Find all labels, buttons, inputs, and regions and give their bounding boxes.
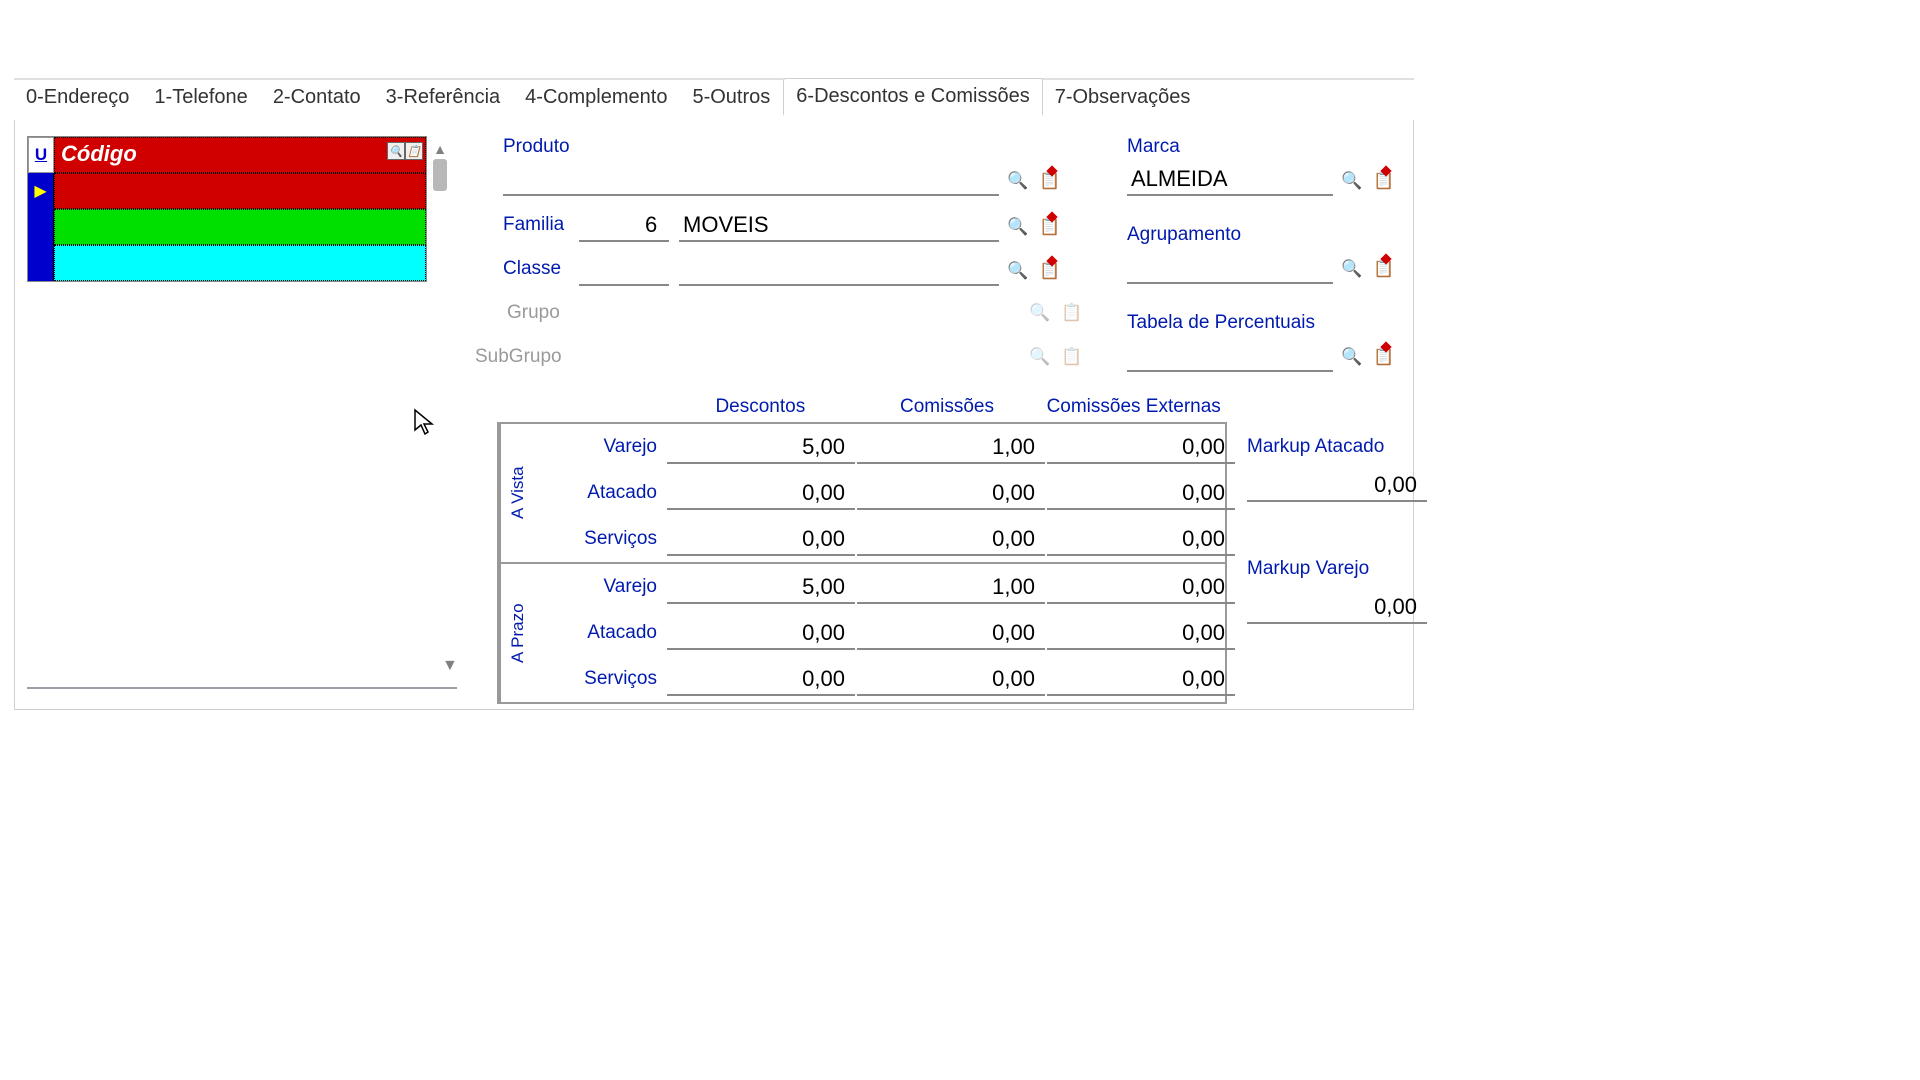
markup-varejo-field[interactable]: 0,00 [1247,590,1427,624]
search-icon[interactable]: 🔍 [1005,214,1031,240]
avista-atacado-comissao[interactable]: 0,00 [857,476,1045,510]
avista-servicos-comissao[interactable]: 0,00 [857,522,1045,556]
grid-row[interactable] [28,245,426,281]
tab-complemento[interactable]: 4-Complemento [513,80,680,115]
tabela-percentuais-label: Tabela de Percentuais [1127,312,1315,334]
subgrupo-label: SubGrupo [475,346,562,368]
aprazo-atacado-desconto[interactable]: 0,00 [667,616,855,650]
search-icon[interactable]: 🔍 [1005,168,1031,194]
aprazo-servicos-desconto[interactable]: 0,00 [667,662,855,696]
agrupamento-value [1127,280,1135,282]
markup-atacado-field[interactable]: 0,00 [1247,468,1427,502]
group-aprazo: A Prazo [499,564,535,702]
avista-servicos-desconto[interactable]: 0,00 [667,522,855,556]
marca-field[interactable]: ALMEIDA [1127,166,1333,196]
clipboard-icon[interactable]: 📋 [1037,258,1063,284]
tabela-percentuais-value [1127,368,1135,370]
markup-atacado-label: Markup Atacado [1247,436,1447,458]
scroll-thumb[interactable] [433,159,447,191]
grid-row[interactable]: ▶ [28,173,426,209]
search-icon[interactable]: 🔍 [387,142,405,160]
divider [27,687,457,689]
discounts-commissions-table: Descontos Comissões Comissões Externas A… [497,396,1227,704]
search-icon: 🔍 [1027,344,1053,370]
familia-field[interactable]: MOVEIS [679,212,999,242]
clipboard-icon[interactable]: 📋 [1037,214,1063,240]
col-comissoes: Comissões [854,396,1041,418]
avista-varejo-desconto[interactable]: 5,00 [667,430,855,464]
row-indicator-icon: ▶ [34,181,46,201]
scroll-up-icon[interactable]: ▲ [433,141,447,157]
aprazo-varejo-comissao-ext[interactable]: 0,00 [1047,570,1235,604]
search-icon[interactable]: 🔍 [1005,258,1031,284]
tab-bar: 0-Endereço 1-Telefone 2-Contato 3-Referê… [14,80,1414,120]
clipboard-icon[interactable]: 📋 [1371,168,1397,194]
familia-label: Familia [503,214,564,236]
clipboard-icon: 📋 [1059,344,1085,370]
classe-code-field[interactable] [579,256,669,286]
produto-value [503,192,511,194]
tab-referencia[interactable]: 3-Referência [374,80,514,115]
aprazo-atacado-comissao[interactable]: 0,00 [857,616,1045,650]
produto-field[interactable] [503,166,999,196]
col-descontos: Descontos [667,396,854,418]
grid-col-codigo[interactable]: Código 🔍 📋 [54,137,426,173]
classe-field[interactable] [679,256,999,286]
marca-value: ALMEIDA [1127,166,1232,194]
avista-atacado-comissao-ext[interactable]: 0,00 [1047,476,1235,510]
avista-varejo-comissao-ext[interactable]: 0,00 [1047,430,1235,464]
tab-outros[interactable]: 5-Outros [680,80,783,115]
tab-descontos-comissoes[interactable]: 6-Descontos e Comissões [783,78,1042,116]
agrupamento-field[interactable] [1127,254,1333,284]
marca-label: Marca [1127,136,1180,158]
clipboard-icon[interactable]: 📋 [405,142,423,160]
search-icon[interactable]: 🔍 [1339,256,1365,282]
search-icon[interactable]: 🔍 [1339,344,1365,370]
clipboard-icon[interactable]: 📋 [1371,256,1397,282]
codigo-grid[interactable]: U Código 🔍 📋 ▶ [27,136,427,282]
search-icon: 🔍 [1027,300,1053,326]
grid-row[interactable] [28,209,426,245]
familia-code-field[interactable]: 6 [579,212,669,242]
produto-label: Produto [503,136,570,158]
row-varejo-label: Varejo [535,436,667,458]
aprazo-servicos-comissao[interactable]: 0,00 [857,662,1045,696]
familia-value: MOVEIS [679,212,773,240]
grupo-label: Grupo [507,302,560,324]
aprazo-varejo-desconto[interactable]: 5,00 [667,570,855,604]
clipboard-icon[interactable]: 📋 [1037,168,1063,194]
avista-servicos-comissao-ext[interactable]: 0,00 [1047,522,1235,556]
classe-value [679,282,687,284]
tab-observacoes[interactable]: 7-Observações [1043,80,1204,115]
tab-contato[interactable]: 2-Contato [261,80,374,115]
aprazo-servicos-comissao-ext[interactable]: 0,00 [1047,662,1235,696]
grid-gutter-mark: U [35,145,47,165]
group-avista: A Vista [499,424,535,562]
grid-scrollbar[interactable]: ▲ [430,141,450,191]
markup-varejo-label: Markup Varejo [1247,558,1447,580]
search-icon[interactable]: 🔍 [1339,168,1365,194]
tab-endereco[interactable]: 0-Endereço [14,80,142,115]
aprazo-varejo-comissao[interactable]: 1,00 [857,570,1045,604]
familia-code-value: 6 [579,212,661,240]
clipboard-icon[interactable]: 📋 [1371,344,1397,370]
avista-varejo-comissao[interactable]: 1,00 [857,430,1045,464]
aprazo-atacado-comissao-ext[interactable]: 0,00 [1047,616,1235,650]
agrupamento-label: Agrupamento [1127,224,1241,246]
row-atacado-label: Atacado [535,622,667,644]
row-atacado-label: Atacado [535,482,667,504]
col-comissoes-externas: Comissões Externas [1040,396,1227,418]
tab-content: U Código 🔍 📋 ▶ [14,120,1414,710]
row-servicos-label: Serviços [535,528,667,550]
scroll-down-icon[interactable]: ▼ [442,657,458,675]
row-servicos-label: Serviços [535,668,667,690]
tabela-percentuais-field[interactable] [1127,342,1333,372]
tab-telefone[interactable]: 1-Telefone [142,80,260,115]
grid-col-label: Código [61,141,137,166]
avista-atacado-desconto[interactable]: 0,00 [667,476,855,510]
classe-label: Classe [503,258,561,280]
clipboard-icon: 📋 [1059,300,1085,326]
row-varejo-label: Varejo [535,576,667,598]
